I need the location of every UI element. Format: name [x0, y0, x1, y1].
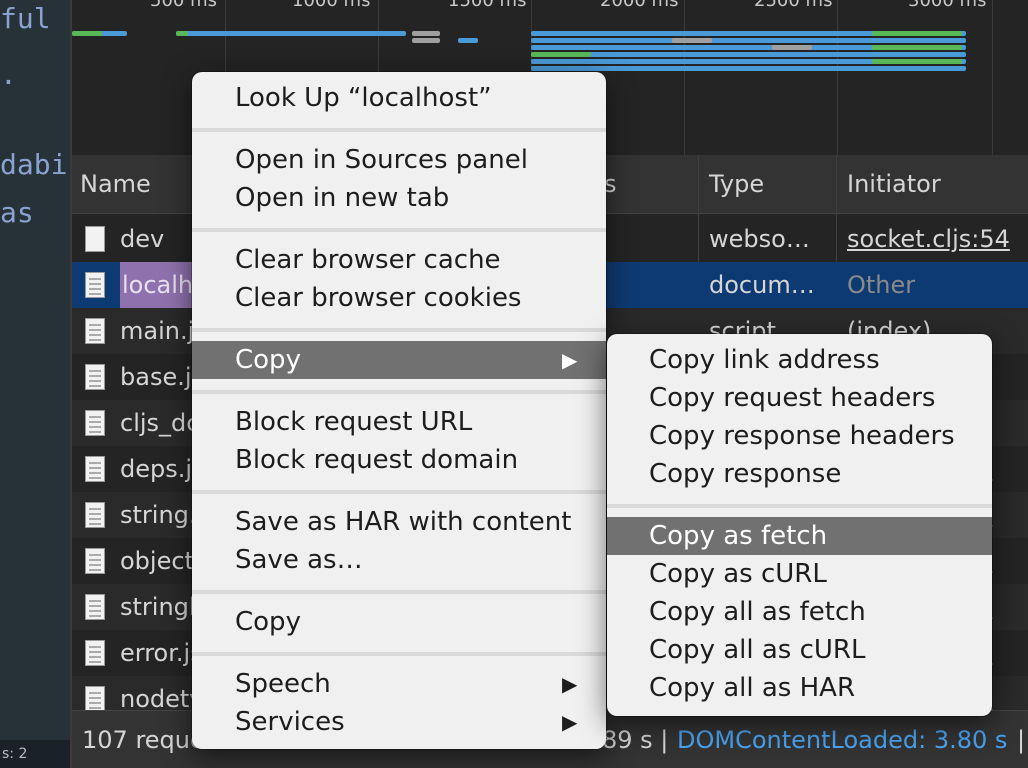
script-file-icon: [85, 456, 105, 482]
menu-item-block-domain[interactable]: Block request domain: [192, 441, 606, 479]
menu-separator: [192, 128, 606, 132]
timeline-bar: [531, 66, 966, 71]
load-time: 89 s |: [602, 726, 669, 754]
menu-item-copy-response[interactable]: Copy response: [607, 455, 992, 493]
submenu-arrow-icon: ▶: [562, 672, 578, 696]
request-name: string.: [120, 501, 197, 529]
menu-item-copy-request-headers[interactable]: Copy request headers: [607, 379, 992, 417]
script-file-icon: [85, 594, 105, 620]
menu-item-copy-link-address[interactable]: Copy link address: [607, 341, 992, 379]
menu-item-block-url[interactable]: Block request URL: [192, 403, 606, 441]
timeline-bar: [872, 45, 962, 50]
menu-separator: [607, 504, 992, 508]
editor-status-bar: s: 2: [0, 740, 70, 768]
timeline-bar: [772, 45, 812, 50]
column-header-type[interactable]: Type: [709, 155, 764, 213]
request-type: webso…: [709, 225, 810, 253]
request-name: cljs_dc: [120, 409, 200, 437]
menu-item-copy-all-as-fetch[interactable]: Copy all as fetch: [607, 593, 992, 631]
script-file-icon: [85, 548, 105, 574]
request-name: deps.j: [120, 455, 193, 483]
timeline-gridline: [992, 0, 993, 155]
timeline-tick-label: 3000 ms: [908, 0, 987, 11]
submenu-arrow-icon: ▶: [562, 710, 578, 734]
timeline-bar: [458, 38, 478, 43]
menu-separator: [192, 590, 606, 594]
editor-line: as: [0, 196, 34, 229]
menu-separator: [192, 390, 606, 394]
timeline-bar: [672, 38, 712, 43]
menu-separator: [192, 490, 606, 494]
timeline-gridline: [684, 0, 685, 155]
menu-separator: [192, 652, 606, 656]
timeline-tick-label: 1500 ms: [448, 0, 527, 11]
menu-item-copy-all-as-har[interactable]: Copy all as HAR: [607, 669, 992, 707]
menu-item-copy[interactable]: Copy: [192, 603, 606, 641]
timeline-bar: [872, 31, 962, 36]
timeline-bar: [412, 31, 440, 36]
script-file-icon: [85, 686, 105, 712]
menu-item-services[interactable]: Services ▶: [192, 703, 606, 741]
menu-item-copy-submenu[interactable]: Copy ▶: [192, 341, 606, 379]
timeline-tick-label: 2000 ms: [600, 0, 679, 11]
script-file-icon: [85, 318, 105, 344]
editor-line: dabi: [0, 148, 68, 181]
menu-item-label: Services: [235, 707, 345, 737]
menu-separator: [192, 228, 606, 232]
request-initiator-link[interactable]: socket.cljs:54: [847, 216, 1010, 262]
request-name: object: [120, 547, 194, 575]
menu-item-save-as[interactable]: Save as…: [192, 541, 606, 579]
code-editor-strip: ful . dabi as s: 2: [0, 0, 70, 768]
editor-line: .: [0, 58, 17, 91]
timeline-bar: [531, 52, 591, 57]
script-file-icon: [85, 410, 105, 436]
timeline-bar: [872, 59, 962, 64]
menu-item-save-har[interactable]: Save as HAR with content: [192, 503, 606, 541]
menu-item-copy-response-headers[interactable]: Copy response headers: [607, 417, 992, 455]
request-type: docum…: [709, 271, 815, 299]
menu-item-speech[interactable]: Speech ▶: [192, 665, 606, 703]
document-file-icon: [85, 272, 105, 298]
script-file-icon: [85, 364, 105, 390]
timeline-gridline: [837, 0, 838, 155]
timeline-bar: [412, 38, 440, 43]
menu-item-label: Speech: [235, 669, 331, 699]
menu-item-open-in-sources[interactable]: Open in Sources panel: [192, 141, 606, 179]
timeline-tick-label: 500 ms: [150, 0, 217, 11]
summary-separator: |: [1017, 726, 1026, 754]
menu-item-clear-cookies[interactable]: Clear browser cookies: [192, 279, 606, 317]
menu-item-label: Copy: [235, 345, 301, 375]
menu-separator: [192, 328, 606, 332]
request-name: base.j: [120, 363, 192, 391]
column-header-name[interactable]: Name: [80, 155, 151, 213]
request-name: main.j: [120, 317, 195, 345]
editor-line: ful: [0, 2, 51, 35]
timeline-bar: [176, 31, 188, 36]
request-count: 107 reque: [82, 726, 205, 754]
dom-content-loaded: DOMContentLoaded: 3.80 s: [677, 726, 1008, 754]
menu-item-open-in-new-tab[interactable]: Open in new tab: [192, 179, 606, 217]
timeline-bar: [72, 31, 102, 36]
request-name: localh: [120, 262, 196, 308]
websocket-file-icon: [85, 226, 105, 252]
timeline-bar: [531, 52, 966, 57]
request-name: dev: [120, 225, 165, 253]
timeline-tick-label: 2500 ms: [754, 0, 833, 11]
request-initiator: Other: [847, 271, 916, 299]
context-menu: Look Up “localhost” Open in Sources pane…: [192, 72, 606, 749]
script-file-icon: [85, 640, 105, 666]
copy-submenu: Copy link address Copy request headers C…: [607, 334, 992, 716]
timeline-bar: [176, 31, 406, 36]
menu-item-copy-as-fetch[interactable]: Copy as fetch: [607, 517, 992, 555]
request-name: error.js: [120, 639, 203, 667]
script-file-icon: [85, 502, 105, 528]
menu-item-clear-cache[interactable]: Clear browser cache: [192, 241, 606, 279]
menu-item-copy-as-curl[interactable]: Copy as cURL: [607, 555, 992, 593]
menu-item-copy-all-as-curl[interactable]: Copy all as cURL: [607, 631, 992, 669]
timeline-tick-label: 1000 ms: [292, 0, 371, 11]
column-header-initiator[interactable]: Initiator: [847, 155, 941, 213]
menu-item-look-up[interactable]: Look Up “localhost”: [192, 79, 606, 117]
timeline-bar: [531, 38, 966, 43]
submenu-arrow-icon: ▶: [562, 348, 578, 372]
